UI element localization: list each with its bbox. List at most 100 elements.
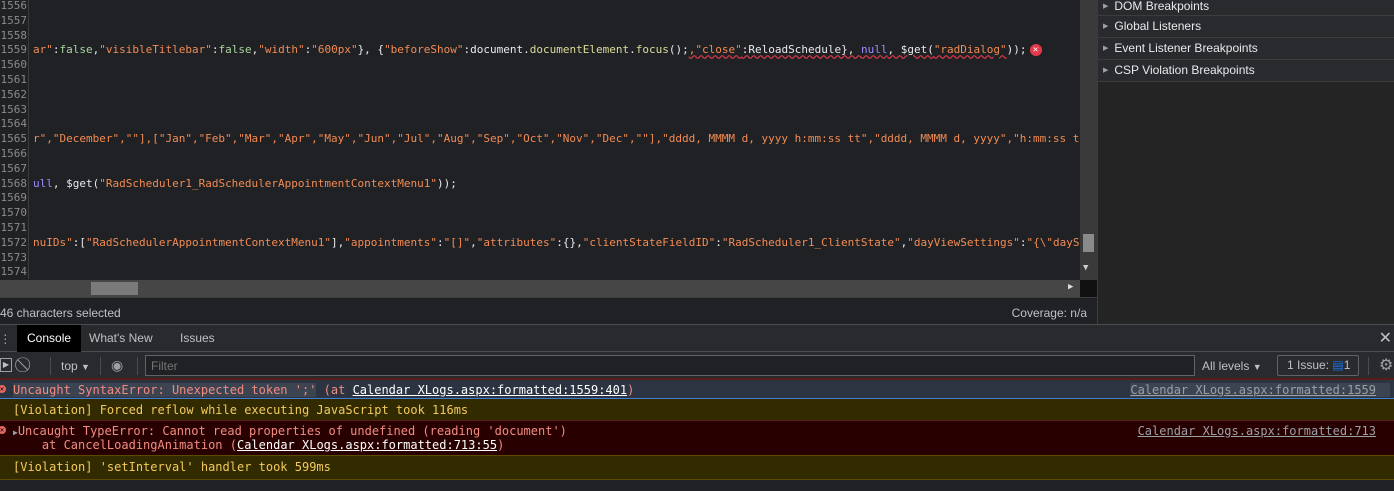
section-event-listener-breakpoints[interactable]: ▶ Event Listener Breakpoints (1098, 38, 1394, 60)
line-number[interactable]: 1569 (0, 190, 29, 206)
violation-text: [Violation] Forced reflow while executin… (13, 403, 469, 417)
code-line[interactable]: 1568 ull, $get("RadScheduler1_RadSchedule… (0, 175, 457, 191)
code-line[interactable]: 1564 (0, 116, 33, 132)
section-global-listeners[interactable]: ▶ Global Listeners (1098, 16, 1394, 38)
code-token: "clientStateFieldID" (582, 235, 716, 249)
code-token: "{\"daySta (1026, 235, 1080, 249)
error-location-link[interactable]: Calendar XLogs.aspx:formatted:1559:401 (353, 383, 628, 397)
expand-triangle-icon: ▶ (1103, 2, 1109, 10)
horizontal-scroll-thumb[interactable] (91, 282, 138, 295)
code-token: "radDialog" (933, 43, 1007, 57)
code-line[interactable]: 1574 (0, 264, 33, 280)
console-toolbar: ▶ ⃠ top ▼ ◉ All levels ▼ 1 Issue: ▤1 ⚙ (0, 352, 1394, 379)
dropdown-arrow-icon: ▼ (81, 362, 90, 372)
expand-triangle-icon: ▶ (1103, 67, 1109, 75)
code-token: : (715, 235, 722, 249)
code-line[interactable]: 1566 (0, 146, 33, 161)
log-levels-select[interactable]: All levels ▼ (1202, 359, 1262, 373)
issues-button[interactable]: 1 Issue: ▤1 (1277, 355, 1359, 376)
code-line[interactable]: 1558 (0, 27, 33, 43)
scroll-right-arrow-icon[interactable]: ▶ (1068, 282, 1073, 292)
section-label: CSP Violation Breakpoints (1114, 63, 1255, 77)
code-line[interactable]: 1563 (0, 101, 33, 117)
context-select[interactable]: top ▼ (61, 359, 90, 373)
code-line[interactable]: 1561 (0, 72, 33, 87)
code-line[interactable]: 1570 (0, 205, 33, 221)
tab-issues[interactable]: Issues (170, 325, 225, 352)
code-line[interactable]: 1562 (0, 86, 33, 102)
line-number[interactable]: 1563 (0, 101, 29, 117)
code-line[interactable]: 1567 (0, 160, 33, 176)
line-number[interactable]: 1573 (0, 249, 29, 265)
code-token: null (860, 43, 888, 57)
line-number[interactable]: 1557 (0, 12, 29, 28)
filter-input[interactable] (145, 355, 1195, 376)
console-message-error[interactable]: ✕ Uncaught SyntaxError: Unexpected token… (0, 379, 1394, 399)
error-at: (at (316, 383, 353, 397)
code-token: "dayViewSettings" (907, 235, 1020, 249)
line-number[interactable]: 1568 (0, 175, 29, 191)
code-token: }, { (357, 43, 385, 57)
line-number[interactable]: 1574 (0, 264, 29, 280)
line-number[interactable]: 1561 (0, 72, 29, 87)
section-label: Global Listeners (1114, 19, 1202, 33)
code-token: documentElement (529, 43, 630, 57)
console-message-error[interactable]: ✕ ▶Uncaught TypeError: Cannot read prope… (0, 421, 1394, 456)
code-line[interactable]: 1560 (0, 57, 33, 73)
section-label: DOM Breakpoints (1114, 0, 1210, 13)
code-line[interactable]: 1573 (0, 249, 33, 265)
line-number[interactable]: 1562 (0, 86, 29, 102)
dropdown-arrow-icon: ▼ (1252, 362, 1262, 372)
code-token: "RadScheduler1_ClientState" (721, 235, 901, 249)
divider (1368, 357, 1369, 375)
code-line[interactable]: 1571 (0, 220, 33, 235)
line-number[interactable]: 1571 (0, 220, 29, 235)
code-token: false (59, 43, 93, 57)
sidebar-toggle-icon[interactable]: ▶ (0, 358, 12, 372)
line-number[interactable]: 1560 (0, 57, 29, 73)
section-csp-violation-breakpoints[interactable]: ▶ CSP Violation Breakpoints (1098, 60, 1394, 82)
code-token: "appointments" (344, 235, 438, 249)
code-token: : (52, 43, 60, 57)
line-number[interactable]: 1565 (0, 131, 29, 147)
line-number[interactable]: 1564 (0, 116, 29, 132)
tab-whats-new[interactable]: What's New (79, 325, 163, 352)
code-line[interactable]: 1569 (0, 190, 33, 206)
settings-gear-icon[interactable]: ⚙ (1379, 355, 1393, 375)
close-drawer-icon[interactable]: ✕ (1379, 328, 1392, 348)
line-number[interactable]: 1570 (0, 205, 29, 221)
line-number[interactable]: 1566 (0, 146, 29, 161)
divider (137, 357, 138, 375)
line-number[interactable]: 1572 (0, 234, 29, 250)
coverage-status: Coverage: n/a (1011, 306, 1087, 320)
vertical-scrollbar[interactable] (1080, 0, 1097, 280)
line-number[interactable]: 1567 (0, 160, 29, 176)
code-line[interactable]: 1572 nuIDs":["RadSchedulerAppointmentCont… (0, 234, 1080, 250)
error-paren: ) (627, 383, 635, 397)
line-number[interactable]: 1559 (0, 42, 29, 58)
tab-console[interactable]: Console (17, 325, 82, 352)
code-line[interactable]: 1559 ar":false,"visibleTitlebar":false,"w… (0, 42, 1042, 58)
code-token: (); (668, 43, 689, 57)
code-line[interactable]: 1565 r","December",""],["Jan","Feb","Mar"… (0, 131, 1080, 147)
stack-frame: at CancelLoadingAnimation ( (13, 438, 237, 452)
message-source-link[interactable]: Calendar XLogs.aspx:formatted:713 (1138, 424, 1376, 438)
code-line[interactable]: 1557 (0, 12, 33, 28)
stack-location-link[interactable]: Calendar XLogs.aspx:formatted:713:55 (237, 438, 497, 452)
code-token: "visibleTitlebar" (99, 43, 212, 57)
scroll-down-arrow-icon[interactable]: ▼ (1083, 263, 1088, 273)
code-line[interactable]: 1556 (0, 0, 33, 13)
line-number[interactable]: 1558 (0, 27, 29, 43)
line-number[interactable]: 1556 (0, 0, 29, 13)
more-menu-icon[interactable]: · · · (3, 327, 8, 349)
source-editor[interactable]: 1556 1557 1558 1559 ar":false,"visibleTitleb… (0, 0, 1080, 280)
console-message-violation[interactable]: [Violation] Forced reflow while executin… (0, 399, 1394, 421)
code-token: ull (33, 176, 53, 190)
horizontal-scrollbar[interactable] (0, 280, 1080, 297)
section-dom-breakpoints[interactable]: ▶ DOM Breakpoints (1098, 0, 1394, 16)
console-message-violation[interactable]: [Violation] 'setInterval' handler took 5… (0, 456, 1394, 480)
error-marker-icon[interactable]: ✕ (1029, 44, 1042, 57)
vertical-scroll-thumb[interactable] (1083, 234, 1094, 252)
message-source-link[interactable]: Calendar XLogs.aspx:formatted:1559 (1130, 383, 1390, 397)
live-expression-eye-icon[interactable]: ◉ (111, 357, 123, 374)
